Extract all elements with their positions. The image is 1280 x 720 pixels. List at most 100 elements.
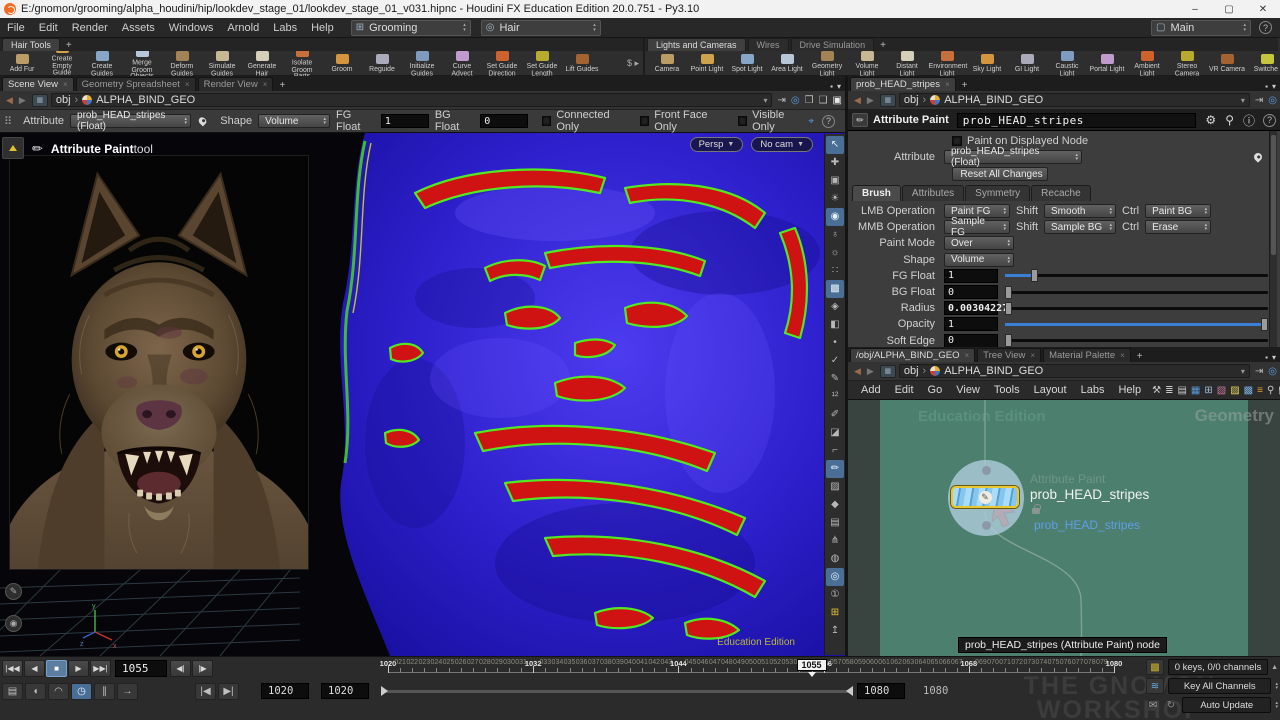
camera-mask-icon[interactable]: ▩	[826, 280, 844, 298]
data-tree-icon[interactable]: ≡	[1257, 385, 1263, 396]
menu-assets[interactable]: Assets	[115, 22, 162, 34]
pane-menu-icon[interactable]: ▪	[1265, 353, 1268, 362]
slider-track[interactable]	[1005, 302, 1268, 315]
node-name-field[interactable]: prob_HEAD_stripes	[957, 113, 1197, 128]
tab-symmetry[interactable]: Symmetry	[965, 185, 1030, 201]
shelf-tool[interactable]: Geometry Light	[807, 51, 847, 76]
wire-shade-icon[interactable]: ◈	[826, 298, 844, 316]
add-shelf-tab-icon[interactable]: +	[60, 40, 78, 51]
pin-location-icon[interactable]: ◎	[826, 568, 844, 586]
refresh-icon[interactable]: ↻	[1164, 697, 1178, 713]
network-type-icon[interactable]: ▦	[880, 94, 896, 107]
shelf-tab[interactable]: Lights and Cameras	[647, 38, 746, 51]
current-frame-marker[interactable]: 1055	[797, 659, 827, 671]
bg-float-input[interactable]: 0	[480, 114, 528, 128]
sticky-note-icon[interactable]: ▨	[1230, 385, 1239, 396]
close-tab-icon[interactable]: ×	[1120, 351, 1125, 360]
shelf-tool[interactable]: Caustic Light	[1047, 51, 1087, 76]
key-all-stepper[interactable]: ▴▾	[1275, 682, 1278, 691]
shelf-tool[interactable]: Environment Light	[927, 51, 967, 76]
shelf-tool[interactable]: Create Empty Guide Groom	[42, 51, 82, 76]
shelf-tool[interactable]: Curve Advect	[442, 51, 482, 76]
grid-options-icon[interactable]: ⊞	[826, 604, 844, 622]
paint-mode-dropdown[interactable]: Over ▴▾	[944, 236, 1014, 250]
slider-input[interactable]: 1	[944, 269, 998, 283]
shelf-tool[interactable]: Simulate Guides	[202, 51, 242, 76]
display-lights-icon[interactable]: ☀	[826, 190, 844, 208]
playback-end-input[interactable]: 1080	[857, 683, 905, 699]
show-handles-icon[interactable]: ✚	[826, 154, 844, 172]
close-tab-icon[interactable]: ×	[965, 351, 970, 360]
pin-icon[interactable]	[197, 116, 208, 127]
info-one-icon[interactable]: ①	[826, 586, 844, 604]
shelf-tool[interactable]: Volume Light	[847, 51, 887, 76]
audio-icon[interactable]: ◖	[25, 683, 46, 700]
reset-all-button[interactable]: Reset All Changes	[952, 167, 1048, 181]
view-pivot-icon[interactable]: ◉	[826, 208, 844, 226]
slider-input[interactable]: 0	[944, 285, 998, 299]
jump-start-button[interactable]: |◀◀	[2, 660, 23, 677]
eraser-icon[interactable]: ◪	[826, 424, 844, 442]
maximize-button[interactable]: ▢	[1212, 4, 1246, 15]
hierarchy-icon[interactable]: ≣	[1165, 385, 1173, 396]
net-menu-layout[interactable]: Layout	[1027, 384, 1074, 396]
slider-track[interactable]	[1005, 318, 1268, 331]
search-icon[interactable]: ⚲	[1225, 113, 1234, 127]
display-square-icon[interactable]: ▣	[833, 95, 842, 106]
slider-input[interactable]: 0	[944, 334, 998, 348]
brush-shape-dropdown[interactable]: Volume ▴▾	[944, 253, 1014, 267]
menu-file[interactable]: File	[0, 22, 32, 34]
path-field[interactable]: obj›ALPHA_BIND_GEO▾	[899, 93, 1250, 107]
paint-brush-icon[interactable]: ✏	[826, 460, 844, 478]
option-checkbox[interactable]	[542, 116, 551, 126]
path-root[interactable]: obj	[904, 365, 919, 377]
snap-options-icon[interactable]: ⌖	[808, 116, 814, 127]
snapshot-icon[interactable]: ▧	[1217, 385, 1226, 396]
shelf-tool[interactable]: Portal Light	[1087, 54, 1127, 73]
add-pane-tab-icon[interactable]: +	[956, 80, 974, 91]
pin-tab-icon[interactable]: ⇥	[777, 95, 785, 106]
realtime-icon[interactable]: ◷	[71, 683, 92, 700]
reel-icon[interactable]: ◉	[5, 615, 22, 632]
attribute-dropdown[interactable]: prob_HEAD_stripes (Float) ▴▾	[70, 114, 191, 128]
headlight-icon[interactable]: ☼	[826, 244, 844, 262]
shelf-tool[interactable]: Spot Light	[727, 54, 767, 73]
add-pane-tab-icon[interactable]: +	[273, 80, 291, 91]
shelf-tool[interactable]: GI Light	[1007, 54, 1047, 73]
auto-update-stepper[interactable]: ▴▾	[1275, 701, 1278, 710]
close-button[interactable]: ✕	[1246, 4, 1280, 15]
keys-expand-icon[interactable]: ▲	[1271, 664, 1278, 671]
sync-icon[interactable]: ◎	[1268, 95, 1277, 106]
shelf-tool[interactable]: Lift Guides	[562, 54, 602, 73]
shelf-tool[interactable]: Ambient Light	[1127, 51, 1167, 76]
lock-camera-icon[interactable]: ▣	[826, 172, 844, 190]
pin-tab-icon[interactable]: ⇥	[1255, 366, 1263, 377]
slider-handle[interactable]	[1031, 269, 1038, 282]
shelf-tool[interactable]: Area Light	[767, 54, 807, 73]
back-button[interactable]: ◀	[3, 95, 16, 106]
play-button[interactable]: ▶	[68, 660, 89, 677]
tick-display-icon[interactable]: ∥	[94, 683, 115, 700]
shelf-tool[interactable]: Distant Light	[887, 51, 927, 76]
shelf-tool[interactable]: Add Fur	[2, 54, 42, 73]
ctrl-dropdown[interactable]: Erase▴▾	[1145, 220, 1211, 234]
desktop-stepper[interactable]: ▴▾	[463, 23, 466, 32]
op-dropdown[interactable]: Sample FG▴▾	[944, 220, 1010, 234]
range-jump-end-button[interactable]: ▶|	[218, 683, 239, 700]
add-shelf-tab-icon[interactable]: +	[874, 40, 892, 51]
image-plane-icon[interactable]: ▤	[826, 514, 844, 532]
shift-dropdown[interactable]: Sample BG▴▾	[1044, 220, 1116, 234]
path-field[interactable]: obj›ALPHA_BIND_GEO▾	[899, 364, 1250, 378]
timeline-ruler[interactable]: 1020021022023024025026027028029030031103…	[388, 659, 1114, 678]
menu-edit[interactable]: Edit	[32, 22, 65, 34]
attribute-paint-node[interactable]: ✎	[951, 486, 1019, 508]
pane-menu-chevron[interactable]: ▾	[837, 82, 841, 91]
shade-cube-icon[interactable]: ❒	[805, 95, 814, 106]
pane-tab[interactable]: Tree View×	[977, 348, 1041, 362]
forward-button[interactable]: ▶	[864, 95, 877, 106]
message-icon[interactable]: ✉	[1146, 697, 1160, 713]
auto-update-dropdown[interactable]: Auto Update	[1182, 697, 1271, 713]
checker-mask-icon[interactable]: ▨	[826, 478, 844, 496]
minimize-button[interactable]: –	[1178, 4, 1212, 15]
slider-handle[interactable]	[1005, 334, 1012, 347]
